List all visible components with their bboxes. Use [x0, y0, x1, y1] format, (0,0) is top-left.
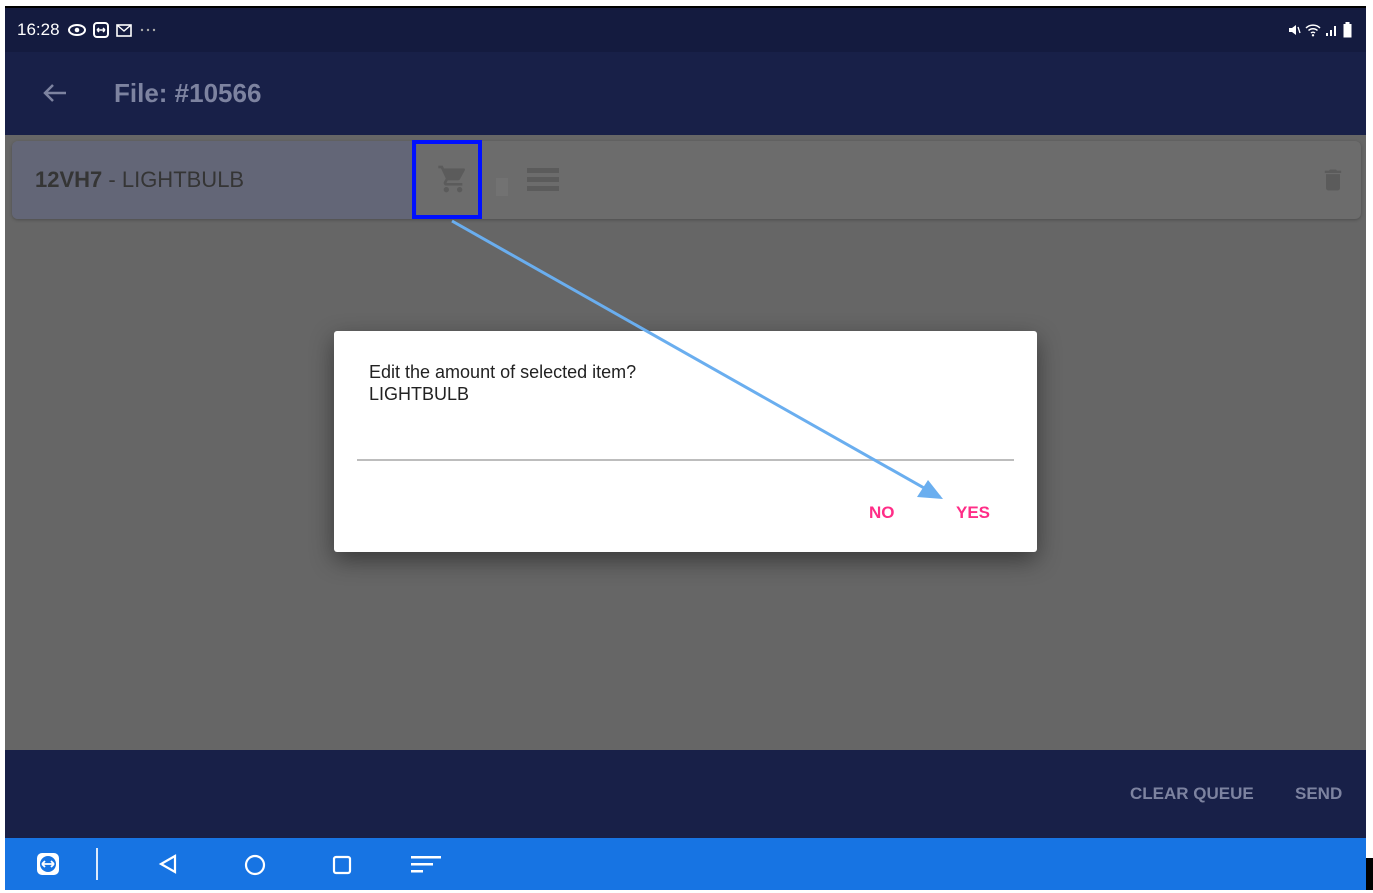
dialog-message-line2: LIGHTBULB [369, 384, 470, 404]
teamviewer-icon[interactable] [36, 852, 60, 876]
trash-icon[interactable] [1319, 165, 1347, 195]
nav-divider [96, 848, 98, 880]
signal-icon [1326, 26, 1336, 36]
mute-icon [1289, 25, 1301, 35]
wifi-icon [1305, 24, 1321, 37]
item-card[interactable]: 12VH7 - LIGHTBULB [12, 141, 1361, 219]
remote-app-icon [92, 22, 109, 38]
mail-icon [115, 23, 132, 37]
back-triangle-icon[interactable] [157, 853, 179, 875]
eye-icon [67, 24, 86, 36]
item-name: LIGHTBULB [121, 167, 245, 192]
list-icon[interactable] [525, 163, 561, 197]
edit-amount-dialog: Edit the amount of selected item? LIGHTB… [334, 331, 1037, 552]
arrow-left-icon [43, 83, 66, 102]
item-code: 12VH7 [35, 167, 103, 192]
right-edge-bar [1366, 858, 1373, 890]
status-time: 16:28 [17, 20, 60, 39]
item-divider [496, 178, 508, 196]
menu-lines-icon[interactable] [410, 853, 442, 875]
item-label: 12VH7 - LIGHTBULB [35, 167, 244, 193]
page-title: File: #10566 [114, 78, 262, 108]
recents-square-icon[interactable] [331, 854, 353, 876]
dialog-message: Edit the amount of selected item? LIGHTB… [369, 361, 636, 405]
amount-input[interactable] [357, 459, 1014, 461]
back-button[interactable] [42, 80, 82, 108]
no-button[interactable]: NO [869, 503, 895, 523]
more-dots-icon [140, 28, 155, 32]
status-bar: 16:28 [5, 8, 1366, 52]
annotation-highlight-box [412, 140, 482, 219]
bottom-action-bar: CLEAR QUEUE SEND [5, 750, 1366, 838]
home-circle-icon[interactable] [243, 853, 267, 877]
device-screen: 16:28 File: #10566 12VH7 - LIGHTBULB CLE… [5, 8, 1366, 890]
dialog-message-line1: Edit the amount of selected item? [369, 362, 637, 382]
yes-button[interactable]: YES [956, 503, 990, 523]
item-separator: - [102, 167, 122, 192]
app-bar: File: #10566 [5, 52, 1366, 135]
send-button[interactable]: SEND [1295, 784, 1342, 804]
clear-queue-button[interactable]: CLEAR QUEUE [1130, 784, 1254, 804]
system-nav-bar [5, 838, 1366, 890]
battery-icon [1343, 22, 1352, 38]
